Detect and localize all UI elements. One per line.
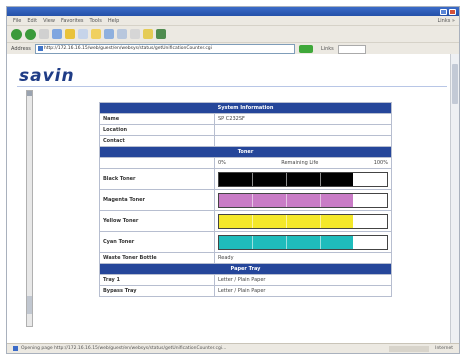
browser-window: File Edit View Favorites Tools Help Link…	[6, 6, 460, 354]
table-row: Cyan Toner	[99, 231, 392, 253]
menu-help[interactable]: Help	[108, 18, 119, 24]
menu-tools[interactable]: Tools	[90, 18, 102, 24]
waste-toner-value: Ready	[214, 252, 392, 264]
name-label: Name	[99, 113, 215, 125]
search-icon[interactable]	[78, 29, 88, 39]
search-box[interactable]	[337, 44, 366, 54]
print-icon[interactable]	[130, 29, 140, 39]
favorites-icon[interactable]	[91, 29, 101, 39]
menu-view[interactable]: View	[43, 18, 55, 24]
refresh-icon[interactable]	[52, 29, 62, 39]
menu-favorites[interactable]: Favorites	[61, 18, 84, 24]
table-row: Location	[99, 124, 392, 136]
close-button[interactable]	[449, 8, 456, 15]
system-information-header: System Information	[99, 102, 392, 114]
toolbar	[7, 26, 459, 43]
history-icon[interactable]	[104, 29, 114, 39]
toner-scale: 0% Remaining Life 100%	[214, 157, 392, 169]
table-row: 0% Remaining Life 100%	[99, 157, 392, 169]
scroll-up-arrow-icon[interactable]	[27, 91, 32, 96]
black-toner-bar	[218, 171, 388, 187]
name-value: SP C232SF	[214, 113, 392, 125]
table-row: Magenta Toner	[99, 189, 392, 211]
location-label: Location	[99, 124, 215, 136]
page-scroll-thumb[interactable]	[452, 64, 458, 104]
tray-1-label: Tray 1	[99, 274, 215, 286]
forward-icon[interactable]	[25, 28, 36, 40]
folder-icon[interactable]	[143, 29, 153, 39]
scroll-thumb[interactable]	[27, 296, 32, 314]
menu-links[interactable]: Links »	[438, 18, 456, 24]
contact-value	[214, 135, 392, 147]
savin-logo: savin	[19, 66, 75, 86]
scale-title: Remaining Life	[281, 160, 319, 166]
address-input[interactable]: http://172.16.16.15/web/guest/en/websys/…	[34, 44, 295, 54]
stop-icon[interactable]	[39, 29, 49, 39]
paper-tray-header: Paper Tray	[99, 263, 392, 275]
status-text: Opening page http://172.16.16.15/web/gue…	[21, 346, 227, 351]
contact-label: Contact	[99, 135, 215, 147]
menu-file[interactable]: File	[13, 18, 21, 24]
yellow-toner-label: Yellow Toner	[99, 210, 215, 232]
minimize-button[interactable]	[440, 8, 447, 15]
bypass-tray-value: Letter / Plain Paper	[214, 285, 392, 297]
location-value	[214, 124, 392, 136]
menu-bar: File Edit View Favorites Tools Help Link…	[7, 16, 459, 26]
messenger-icon[interactable]	[156, 29, 166, 39]
bypass-tray-label: Bypass Tray	[99, 285, 215, 297]
table-row: Bypass Tray Letter / Plain Paper	[99, 285, 392, 297]
status-bar: Opening page http://172.16.16.15/web/gue…	[7, 343, 459, 353]
frame-scrollbar[interactable]	[26, 90, 33, 327]
page-viewport: savin System Information Name SP C232SF …	[7, 54, 459, 343]
links-label[interactable]: Links	[321, 46, 334, 52]
page-icon	[13, 346, 18, 351]
toner-header: Toner	[99, 146, 392, 158]
header-divider	[17, 86, 447, 87]
go-button[interactable]	[298, 45, 313, 53]
cyan-toner-bar	[218, 234, 388, 250]
page-scrollbar[interactable]	[450, 54, 459, 343]
cyan-toner-label: Cyan Toner	[99, 231, 215, 253]
magenta-toner-label: Magenta Toner	[99, 189, 215, 211]
table-row: Tray 1 Letter / Plain Paper	[99, 274, 392, 286]
table-row: Name SP C232SF	[99, 113, 392, 125]
address-label: Address	[11, 46, 31, 52]
table-row: Waste Toner Bottle Ready	[99, 252, 392, 264]
table-row: Yellow Toner	[99, 210, 392, 232]
magenta-toner-bar	[218, 192, 388, 208]
zone-text: Internet	[435, 346, 453, 351]
table-row: Black Toner	[99, 168, 392, 190]
toner-scale-blank	[99, 157, 215, 169]
progress-area	[389, 345, 430, 352]
waste-toner-label: Waste Toner Bottle	[99, 252, 215, 264]
title-bar	[7, 7, 459, 16]
home-icon[interactable]	[65, 29, 75, 39]
yellow-toner-bar	[218, 213, 388, 229]
scale-min: 0%	[218, 160, 226, 166]
back-icon[interactable]	[11, 28, 22, 40]
black-toner-label: Black Toner	[99, 168, 215, 190]
mail-icon[interactable]	[117, 29, 127, 39]
status-table: System Information Name SP C232SF Locati…	[99, 102, 392, 297]
scale-max: 100%	[373, 160, 388, 166]
tray-1-value: Letter / Plain Paper	[214, 274, 392, 286]
menu-edit[interactable]: Edit	[27, 18, 37, 24]
table-row: Contact	[99, 135, 392, 147]
